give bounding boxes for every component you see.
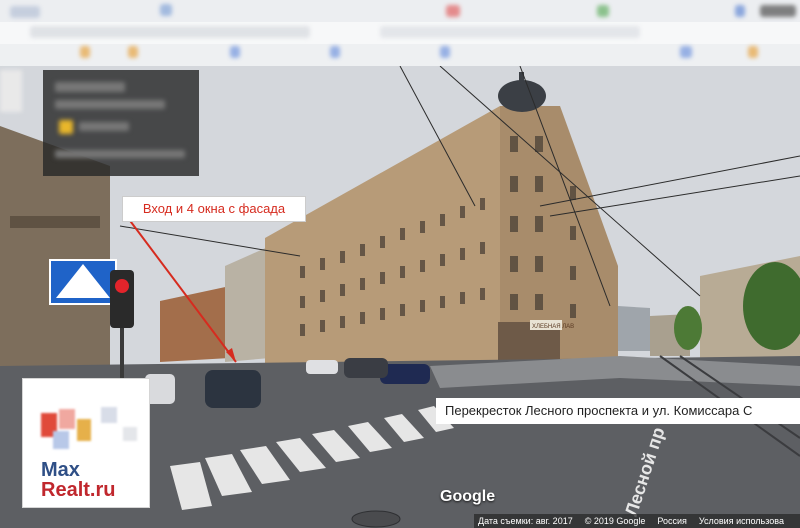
blurred-browser-toolbar bbox=[0, 0, 800, 66]
country-link[interactable]: Россия bbox=[657, 516, 687, 526]
toolbar-row-1 bbox=[0, 0, 800, 22]
watermark-text-realt: Realt.ru bbox=[41, 479, 116, 501]
terms-link[interactable]: Условия использова bbox=[699, 516, 784, 526]
blurred-corner-element bbox=[0, 70, 22, 112]
street-view-footer: Дата съемки: авг. 2017 © 2019 Google Росси… bbox=[474, 514, 800, 528]
capture-date: Дата съемки: авг. 2017 bbox=[478, 516, 573, 526]
copyright-text: © 2019 Google bbox=[584, 516, 646, 526]
maxrealt-watermark: Max Realt.ru bbox=[22, 378, 150, 508]
google-logo: Google bbox=[440, 488, 496, 505]
shop-sign: ХЛЕБНАЯ ЛАВ bbox=[532, 324, 574, 330]
annotation-label: Вход и 4 окна с фасада bbox=[122, 196, 306, 222]
blurred-location-card[interactable] bbox=[43, 70, 199, 176]
street-view-address-label[interactable]: Перекресток Лесного проспекта и ул. Коми… bbox=[436, 398, 800, 424]
